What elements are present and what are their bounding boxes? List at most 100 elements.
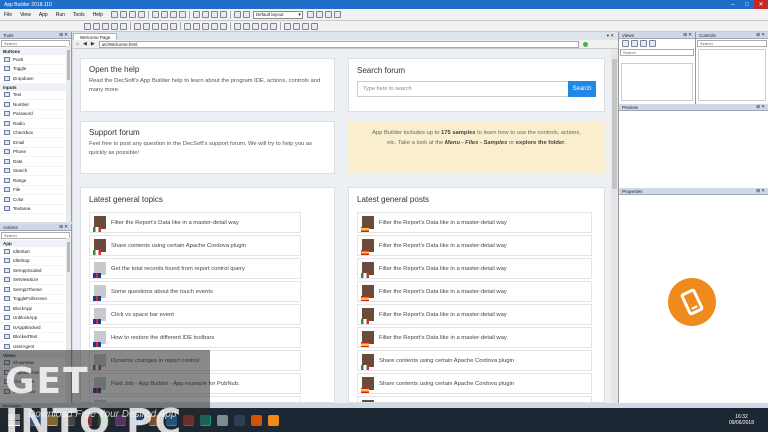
panel-item[interactable]: Dropdown <box>0 74 71 84</box>
pin-icon[interactable]: ⊞ ✕ <box>59 32 68 38</box>
topic-row[interactable]: Some questions about the touch events <box>89 281 301 302</box>
toolbar-button-icon[interactable] <box>192 11 200 18</box>
panel-item[interactable]: Text <box>0 91 71 100</box>
back-icon[interactable]: ◀ <box>83 41 87 47</box>
go-icon[interactable] <box>582 41 588 47</box>
menu-run[interactable]: Run <box>52 12 69 18</box>
panel-item[interactable]: Phone <box>0 148 71 157</box>
toolbar-button-icon[interactable] <box>160 11 168 18</box>
taskbar-app-icon[interactable] <box>217 414 228 426</box>
toolbar-button-icon[interactable] <box>243 22 250 30</box>
toolbar-button-icon[interactable] <box>178 11 186 18</box>
view-up-icon[interactable] <box>640 40 647 47</box>
post-row[interactable]: Filter the Report's Data like in a maste… <box>357 327 592 348</box>
panel-item[interactable]: SetAppTheme <box>0 285 71 295</box>
toolbar-button-icon[interactable] <box>111 22 118 30</box>
content-scrollbar[interactable] <box>611 49 618 403</box>
panel-item[interactable]: Color <box>0 195 71 205</box>
topic-title[interactable]: How to restore the different IDE toolbar… <box>111 335 214 341</box>
view-down-icon[interactable] <box>649 40 656 47</box>
post-row[interactable]: Share contents using certain Apache Cord… <box>357 350 592 371</box>
toolbar-button-icon[interactable] <box>233 11 241 18</box>
toolbar-button-icon[interactable] <box>211 22 218 30</box>
topic-title[interactable]: Click vs space bar event <box>111 312 174 318</box>
toolbar-button-icon[interactable] <box>293 22 300 30</box>
panel-item[interactable]: BlockedText <box>0 333 71 342</box>
post-row[interactable]: Filter the Report's Data like in a maste… <box>357 258 592 279</box>
panel-item[interactable]: Radio <box>0 119 71 129</box>
toolbar-button-icon[interactable] <box>119 11 127 18</box>
category-header[interactable]: App <box>0 240 71 247</box>
toolbar-button-icon[interactable] <box>169 11 177 18</box>
panel-item[interactable]: Password <box>0 110 71 119</box>
topic-row[interactable]: Click vs space bar event <box>89 304 301 325</box>
tools-search-input[interactable]: Search <box>1 40 70 47</box>
panel-item[interactable]: SetViewSize <box>0 276 71 285</box>
taskbar-app-icon[interactable] <box>251 414 262 426</box>
menu-app[interactable]: App <box>35 12 52 18</box>
toolbar-button-icon[interactable] <box>324 11 332 18</box>
toolbar-button-icon[interactable] <box>311 22 318 30</box>
scrollbar-thumb[interactable] <box>612 59 617 189</box>
help-card[interactable]: Open the help Read the DecSoft's App Bui… <box>80 58 335 112</box>
views-search-input[interactable]: Search <box>620 49 694 56</box>
pin-icon[interactable]: ⊞ ✕ <box>683 32 692 38</box>
toolbar-button-icon[interactable] <box>252 22 259 30</box>
panel-item[interactable]: UnblockApp <box>0 314 71 323</box>
toolbar-button-icon[interactable] <box>234 22 241 30</box>
toolbar-button-icon[interactable] <box>84 22 91 30</box>
panel-item[interactable]: ToggleFullscreen <box>0 295 71 304</box>
post-title[interactable]: Share contents using certain Apache Cord… <box>379 381 514 387</box>
controls-list[interactable] <box>698 49 766 101</box>
toolbar-button-icon[interactable] <box>220 22 227 30</box>
toolbar-button-icon[interactable] <box>219 11 227 18</box>
post-title[interactable]: Filter the Report's Data like in a maste… <box>379 266 507 272</box>
tools-scrollbar[interactable] <box>66 46 71 222</box>
url-input[interactable]: utc/Welcome.html <box>98 40 579 48</box>
toolbar-button-icon[interactable] <box>193 22 200 30</box>
panel-item[interactable]: IsAppBlocked <box>0 323 71 333</box>
panel-item[interactable]: Email <box>0 138 71 148</box>
panel-item[interactable]: Range <box>0 176 71 186</box>
home-icon[interactable]: ⌂ <box>76 41 79 47</box>
minimize-icon[interactable]: – <box>726 0 740 9</box>
forum-card[interactable]: Support forum Feel free to post any ques… <box>80 121 335 174</box>
toolbar-button-icon[interactable] <box>170 22 177 30</box>
topic-row[interactable]: Filter the Report's Data like in a maste… <box>89 212 301 233</box>
panel-item[interactable]: IdleStart <box>0 247 71 257</box>
pin-icon[interactable]: ⊞ ✕ <box>59 224 68 230</box>
help-card-title[interactable]: Open the help <box>89 65 329 74</box>
post-title[interactable]: Filter the Report's Data like in a maste… <box>379 312 507 318</box>
toolbar-button-icon[interactable] <box>201 11 209 18</box>
pin-icon[interactable]: ⊞ ✕ <box>756 104 765 110</box>
menu-file[interactable]: File <box>0 12 16 18</box>
toolbar-button-icon[interactable] <box>302 22 309 30</box>
remove-view-icon[interactable] <box>631 40 638 47</box>
post-title[interactable]: Filter the Report's Data like in a maste… <box>379 220 507 226</box>
toolbar-button-icon[interactable] <box>315 11 323 18</box>
scrollbar-thumb[interactable] <box>67 242 70 272</box>
controls-search-input[interactable]: Search <box>697 40 767 47</box>
maximize-icon[interactable]: □ <box>740 0 754 9</box>
toolbar-button-icon[interactable] <box>202 22 209 30</box>
toolbar-button-icon[interactable] <box>110 11 118 18</box>
toolbar-button-icon[interactable] <box>270 22 277 30</box>
toolbar-button-icon[interactable] <box>152 22 159 30</box>
system-clock[interactable]: 16:32 09/06/2018 <box>729 414 754 426</box>
post-row[interactable]: Filter the Report's Data like in a maste… <box>357 212 592 233</box>
views-list[interactable] <box>621 63 693 101</box>
tab-welcome-page[interactable]: Welcome Page <box>73 33 118 40</box>
taskbar-app-icon[interactable] <box>234 414 245 426</box>
forward-icon[interactable]: ▶ <box>91 41 95 47</box>
close-icon[interactable]: ✕ <box>754 0 768 9</box>
post-title[interactable]: Filter the Report's Data like in a maste… <box>379 335 507 341</box>
menu-help[interactable]: Help <box>89 12 107 18</box>
panel-item[interactable]: IdleStop <box>0 257 71 266</box>
layout-select[interactable]: Default layout <box>252 10 303 19</box>
topic-row[interactable]: Get the total records found from report … <box>89 258 301 279</box>
forum-search-button[interactable]: Search <box>568 81 596 97</box>
panel-item[interactable]: Search <box>0 167 71 176</box>
panel-item[interactable]: BlockApp <box>0 304 71 314</box>
pin-icon[interactable]: ⊞ ✕ <box>756 32 765 38</box>
forum-card-title[interactable]: Support forum <box>89 128 329 137</box>
